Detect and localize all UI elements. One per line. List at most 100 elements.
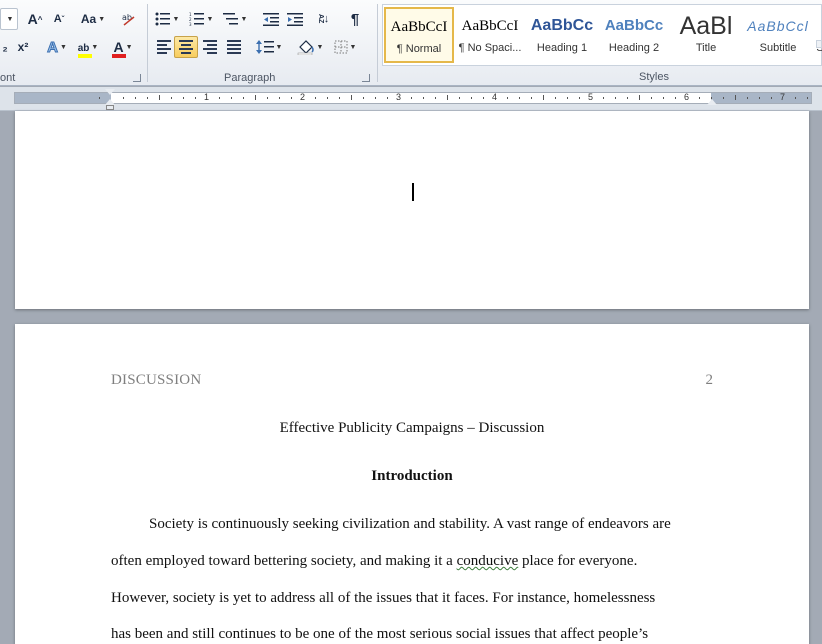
- left-indent-marker[interactable]: [106, 105, 114, 110]
- styles-gallery: AaBbCcI ¶ Normal AaBbCcI ¶ No Spaci... A…: [382, 4, 822, 66]
- align-left-icon: [157, 40, 171, 54]
- align-center-button[interactable]: [174, 36, 198, 58]
- subscript-button[interactable]: ₂: [0, 36, 10, 58]
- ruler-tick: [483, 97, 484, 99]
- ruler-tick: [603, 97, 604, 99]
- ruler-tick: [615, 97, 616, 99]
- bullets-button[interactable]: ▼: [152, 8, 182, 30]
- font-group-label: ont: [0, 72, 16, 84]
- ruler-tick: [435, 97, 436, 99]
- right-indent-marker[interactable]: [707, 99, 717, 105]
- ruler-tick: [195, 97, 196, 99]
- ruler-tick: [771, 97, 772, 99]
- font-color-button[interactable]: A ▼: [108, 36, 138, 58]
- paragraph-line-3[interactable]: However, society is yet to address all o…: [111, 590, 713, 607]
- grow-font-button[interactable]: A ^: [24, 8, 46, 30]
- ruler-tick: [387, 97, 388, 99]
- document-page-2[interactable]: DISCUSSION 2 Effective Publicity Campaig…: [15, 324, 809, 644]
- ruler-number: 5: [588, 92, 594, 102]
- style-next[interactable]: S: [815, 7, 822, 63]
- ruler-tick: [579, 97, 580, 99]
- page-number[interactable]: 2: [706, 372, 714, 389]
- ruler-tick: [627, 97, 628, 99]
- justify-icon: [227, 40, 241, 54]
- ruler-number: 7: [780, 92, 786, 102]
- style-normal[interactable]: AaBbCcI ¶ Normal: [384, 7, 454, 63]
- style-heading-2[interactable]: AaBbCc Heading 2: [599, 7, 669, 63]
- ruler-tick: [675, 97, 676, 99]
- ruler-number: 1: [204, 92, 210, 102]
- align-right-icon: [203, 40, 217, 54]
- text-effects-button[interactable]: A ▼: [44, 36, 70, 58]
- ruler-tick: [747, 97, 748, 99]
- decrease-indent-button[interactable]: [260, 8, 282, 30]
- paragraph-line-2[interactable]: often employed toward bettering society,…: [111, 553, 713, 570]
- style-no-spacing[interactable]: AaBbCcI ¶ No Spaci...: [455, 7, 525, 63]
- highlight-button[interactable]: ab ▼: [74, 36, 102, 58]
- shading-bucket-icon: [297, 40, 314, 55]
- ruler-tick: [723, 97, 724, 99]
- font-size-dropdown[interactable]: ▼: [0, 8, 18, 30]
- font-dialog-launcher[interactable]: [133, 74, 141, 82]
- align-left-button[interactable]: [152, 36, 176, 58]
- increase-indent-button[interactable]: [284, 8, 306, 30]
- sort-button[interactable]: AZ ↓: [312, 8, 334, 30]
- ruler-tick: [99, 97, 100, 99]
- numbering-button[interactable]: 1 2 3 ▼: [186, 8, 216, 30]
- ruler-number: 2: [300, 92, 306, 102]
- text-effects-icon: A: [47, 38, 59, 56]
- document-page-1[interactable]: [15, 111, 809, 309]
- ruler-track: 1 2 3 4 5 6 7: [14, 92, 812, 104]
- shrink-font-button[interactable]: Aˇ: [48, 8, 70, 30]
- ruler-number: 6: [684, 92, 690, 102]
- horizontal-ruler[interactable]: 1 2 3 4 5 6 7: [0, 87, 822, 111]
- clear-formatting-button[interactable]: ab: [118, 8, 140, 30]
- ruler-tick: [795, 97, 796, 99]
- sort-icon: AZ ↓: [316, 13, 330, 25]
- bullets-icon: [155, 12, 170, 26]
- paragraph-line-4[interactable]: has been and still continues to be one o…: [111, 626, 713, 643]
- paragraph-line-1[interactable]: Society is continuously seeking civiliza…: [111, 516, 713, 533]
- line-spacing-button[interactable]: ▼: [254, 36, 284, 58]
- multilevel-list-button[interactable]: ▼: [220, 8, 250, 30]
- shading-button[interactable]: ▼: [294, 36, 326, 58]
- style-heading-1[interactable]: AaBbCc Heading 1: [527, 7, 597, 63]
- ruler-tick: [219, 97, 220, 99]
- paragraph-dialog-launcher[interactable]: [362, 74, 370, 82]
- superscript-button[interactable]: x²: [13, 36, 33, 58]
- ruler-tick: [159, 95, 160, 100]
- style-title[interactable]: AaBl Title: [671, 7, 741, 63]
- ruler-tick: [243, 97, 244, 99]
- align-right-button[interactable]: [198, 36, 222, 58]
- justify-button[interactable]: [222, 36, 246, 58]
- font-color-icon: A: [113, 39, 124, 55]
- first-line-indent-marker[interactable]: [105, 89, 115, 95]
- ruler-tick: [447, 95, 448, 100]
- ruler-tick: [651, 97, 652, 99]
- document-title[interactable]: Effective Publicity Campaigns – Discussi…: [15, 420, 809, 437]
- ruler-tick: [735, 95, 736, 100]
- running-header[interactable]: DISCUSSION: [111, 372, 201, 389]
- change-case-button[interactable]: Aa ▼: [78, 8, 108, 30]
- grammar-flag[interactable]: conducive: [457, 553, 519, 569]
- font-group: ▼ A ^ Aˇ Aa ▼ ab ₂ x² A ▼ ab ▼ A ▼ ont: [0, 0, 146, 85]
- ruler-tick: [507, 97, 508, 99]
- highlight-icon: ab: [77, 43, 90, 54]
- ruler-tick: [183, 97, 184, 99]
- ruler-number: 4: [492, 92, 498, 102]
- ruler-tick: [471, 97, 472, 99]
- ruler-tick: [231, 97, 232, 99]
- styles-scroll-up[interactable]: [816, 40, 822, 48]
- paragraph-group-label: Paragraph: [224, 72, 276, 84]
- ruler-tick: [255, 95, 256, 100]
- borders-button[interactable]: ▼: [330, 36, 360, 58]
- show-formatting-marks-button[interactable]: ¶: [344, 8, 366, 30]
- ruler-tick: [639, 95, 640, 100]
- ruler-tick: [375, 97, 376, 99]
- increase-indent-icon: [287, 13, 303, 26]
- ribbon: ▼ A ^ Aˇ Aa ▼ ab ₂ x² A ▼ ab ▼ A ▼ ont ▼…: [0, 0, 822, 86]
- ruler-number: 3: [396, 92, 402, 102]
- ruler-tick: [807, 97, 808, 99]
- style-subtitle[interactable]: AaBbCcl Subtitle: [743, 7, 813, 63]
- section-heading[interactable]: Introduction: [15, 468, 809, 485]
